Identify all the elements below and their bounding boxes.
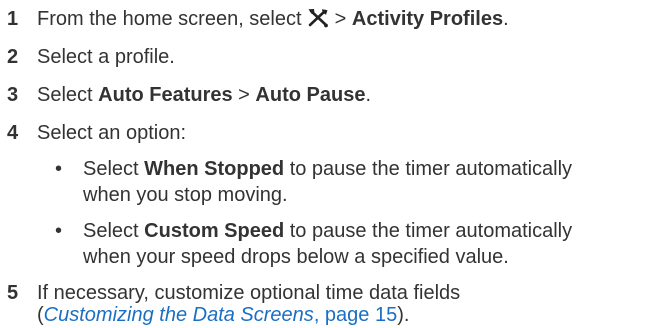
- option-text-line-1: Select Custom Speed to pause the timer a…: [83, 218, 572, 244]
- paren-open: (: [37, 304, 44, 326]
- step-text: From the home screen, select > Activity …: [37, 6, 509, 32]
- step-number: 3: [7, 84, 19, 106]
- step-number: 2: [7, 46, 19, 68]
- option-name: When Stopped: [144, 158, 285, 180]
- paren-close: ).: [397, 304, 410, 326]
- step-number: 1: [7, 8, 19, 30]
- option-text-post: to pause the timer automatically: [284, 158, 573, 180]
- option-text-line-1: Select When Stopped to pause the timer a…: [83, 156, 572, 182]
- step-menu-item: Auto Pause: [255, 84, 366, 106]
- option-name: Custom Speed: [144, 220, 285, 242]
- instruction-steps: 1 From the home screen, select > Activit…: [0, 0, 658, 326]
- step-text: Select Auto Features > Auto Pause.: [37, 82, 371, 108]
- step-text: Select an option:: [37, 122, 186, 144]
- option-text-line-2: when you stop moving.: [83, 184, 288, 206]
- cross-reference-link[interactable]: Customizing the Data Screens, page 15: [44, 304, 398, 326]
- step-text-line-2: (Customizing the Data Screens, page 15).: [37, 302, 409, 328]
- step-text-pre: From the home screen, select: [37, 8, 308, 30]
- step-text-post: .: [365, 84, 372, 106]
- option-text-pre: Select: [83, 158, 145, 180]
- link-page-prefix[interactable]: , page: [314, 304, 375, 326]
- bullet: •: [55, 220, 63, 242]
- bullet: •: [55, 158, 63, 180]
- step-text-pre: Select: [37, 84, 99, 106]
- step-number: 5: [7, 282, 19, 304]
- link-page-number[interactable]: 15: [375, 304, 397, 326]
- option-text-pre: Select: [83, 220, 145, 242]
- option-text-line-2: when your speed drops below a specified …: [83, 246, 509, 268]
- settings-wrench-icon: [307, 8, 329, 28]
- step-menu-item: Auto Features: [98, 84, 233, 106]
- link-title[interactable]: Customizing the Data Screens: [44, 304, 314, 326]
- step-text-post: .: [503, 8, 509, 30]
- option-text-post: to pause the timer automatically: [284, 220, 573, 242]
- step-text: Select a profile.: [37, 46, 175, 68]
- step-text-separator: >: [232, 84, 256, 106]
- step-number: 4: [7, 122, 19, 144]
- step-text-separator: >: [329, 8, 352, 30]
- step-menu-item: Activity Profiles: [351, 8, 504, 30]
